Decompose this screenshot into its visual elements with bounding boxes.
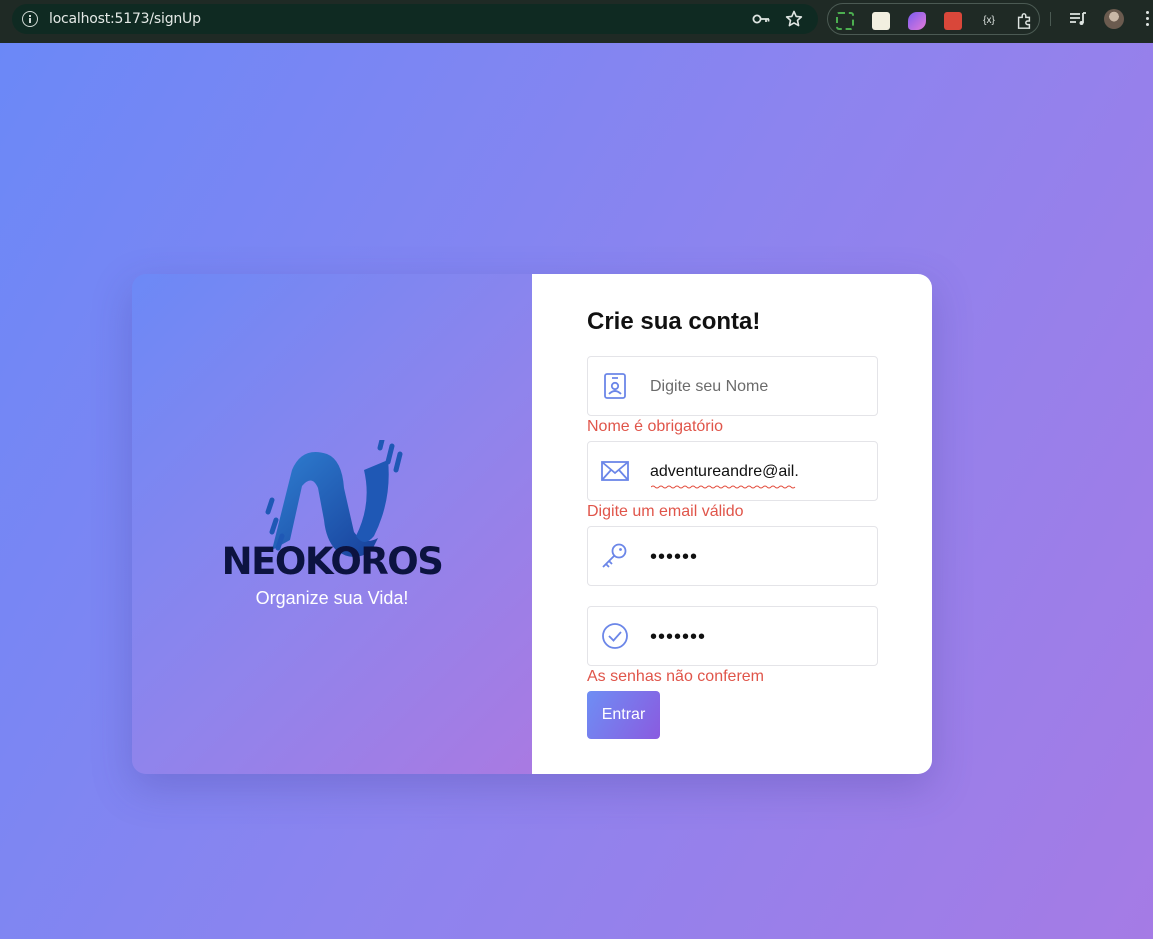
password-mismatch-error: As senhas não conferem [587,668,764,685]
confirm-password-input[interactable] [650,623,865,651]
email-input[interactable] [650,458,865,486]
envelope-icon [601,461,629,481]
reading-list-icon[interactable] [1068,9,1088,29]
password-input[interactable] [650,543,865,571]
spellcheck-underline [651,485,796,489]
signup-form-panel: Crie sua conta! Nome é obrigatório [532,274,932,774]
browser-menu-icon[interactable] [1146,11,1150,27]
brand-name: NEOKOROS [221,540,444,583]
brand-panel: NEOKOROS Organize sua Vida! [132,274,532,774]
toolbar-divider [1050,12,1051,26]
email-error-message: Digite um email válido [587,503,744,520]
confirm-password-field[interactable] [587,606,878,666]
browser-toolbar: localhost:5173/signUp {x} [0,0,1153,43]
screenshot-extension-icon[interactable] [836,12,854,30]
email-field[interactable] [587,441,878,501]
check-circle-icon [602,623,628,649]
address-bar[interactable]: localhost:5173/signUp [12,4,818,34]
name-error-message: Nome é obrigatório [587,418,724,435]
color-extension-icon[interactable] [908,12,926,30]
submit-button[interactable]: Entrar [587,691,660,739]
site-info-icon[interactable] [22,11,38,27]
page-background: NEOKOROS Organize sua Vida! Crie sua con… [0,43,1153,939]
extensions-group: {x} [827,3,1040,35]
puzzle-extensions-icon[interactable] [1015,12,1033,30]
key-icon [602,543,627,568]
bookmark-star-icon[interactable] [784,9,804,29]
password-key-icon[interactable] [751,9,771,29]
name-field[interactable] [587,356,878,416]
signup-card: NEOKOROS Organize sua Vida! Crie sua con… [132,274,932,774]
notes-extension-icon[interactable] [872,12,890,30]
bug-extension-icon[interactable] [944,12,962,30]
name-input[interactable] [650,373,865,401]
url-text: localhost:5173/signUp [49,11,201,27]
profile-avatar[interactable] [1104,9,1124,29]
password-field[interactable] [587,526,878,586]
brand-tagline: Organize sua Vida! [255,588,409,608]
code-extension-icon[interactable]: {x} [980,12,998,30]
page-title: Crie sua conta! [587,308,761,335]
id-card-icon [604,373,626,399]
